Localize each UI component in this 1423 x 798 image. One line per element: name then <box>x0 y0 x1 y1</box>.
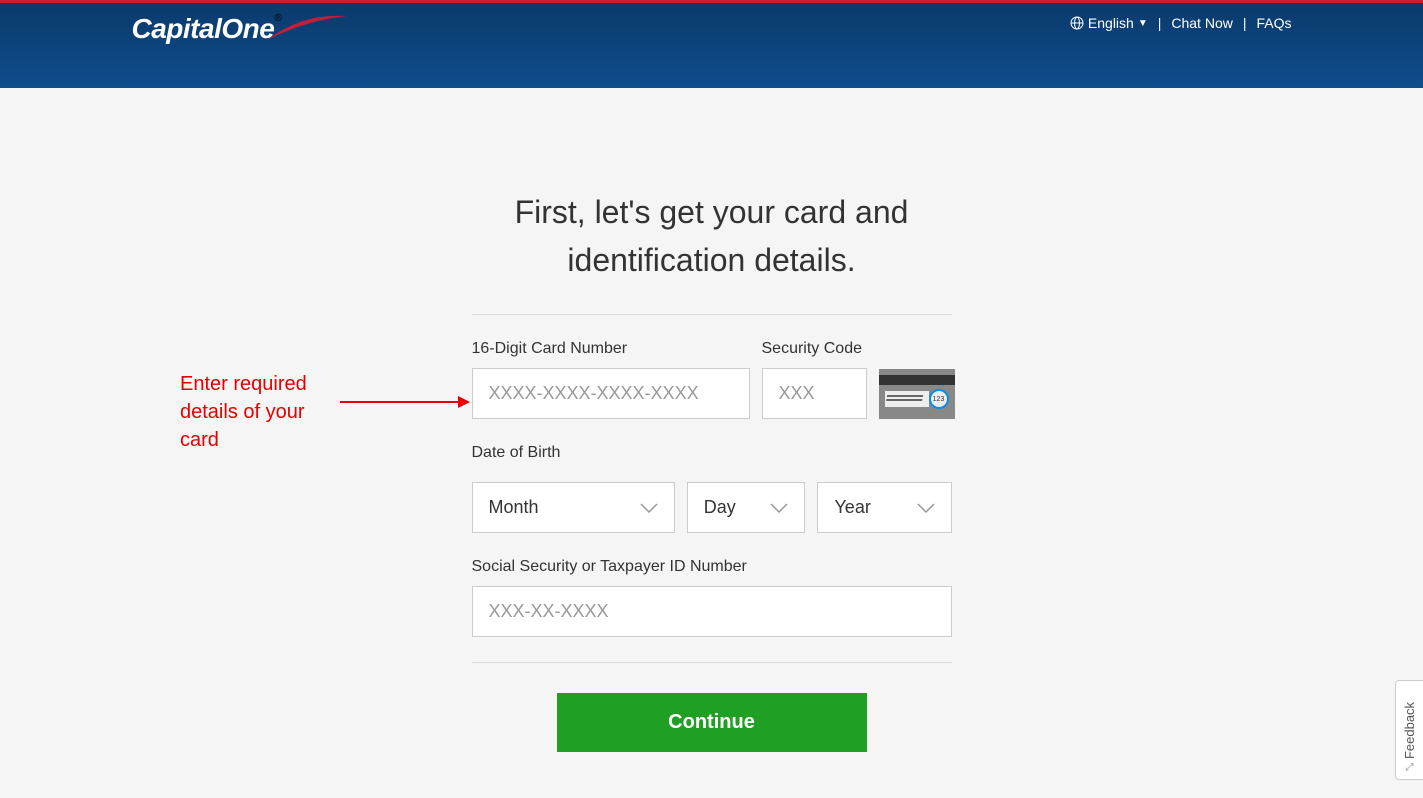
dob-day-select[interactable]: Day <box>687 482 806 533</box>
form-container: First, let's get your card and identific… <box>472 118 952 752</box>
dob-day-value: Day <box>704 497 736 518</box>
card-number-input[interactable] <box>472 368 750 419</box>
feedback-tab[interactable]: Feedback ⤢ <box>1395 680 1423 780</box>
language-label: English <box>1088 15 1134 31</box>
annotation-arrow-icon <box>340 392 470 412</box>
feedback-label: Feedback <box>1402 701 1417 758</box>
language-selector[interactable]: English ▼ <box>1070 15 1148 31</box>
divider: | <box>1243 15 1247 31</box>
expand-icon: ⤢ <box>1406 762 1414 773</box>
divider-line <box>472 314 952 315</box>
card-number-label: 16-Digit Card Number <box>472 340 750 358</box>
continue-button[interactable]: Continue <box>557 693 867 752</box>
divider: | <box>1158 15 1162 31</box>
caret-down-icon: ▼ <box>1138 18 1148 29</box>
security-code-label: Security Code <box>762 340 867 358</box>
dob-year-select[interactable]: Year <box>817 482 951 533</box>
chat-link[interactable]: Chat Now <box>1171 15 1232 31</box>
globe-icon <box>1070 16 1084 30</box>
page-title: First, let's get your card and identific… <box>452 188 972 284</box>
dob-month-value: Month <box>489 497 539 518</box>
chevron-down-icon <box>640 503 658 513</box>
dob-month-select[interactable]: Month <box>472 482 675 533</box>
dob-label: Date of Birth <box>472 444 952 462</box>
brand-name: CapitalOne <box>132 13 275 44</box>
brand-logo[interactable]: CapitalOne® <box>132 13 282 45</box>
header-bar: CapitalOne® English ▼ | Chat Now | FAQs <box>0 0 1423 88</box>
swoosh-icon <box>262 8 352 48</box>
divider-line <box>472 662 952 663</box>
chevron-down-icon <box>770 503 788 513</box>
top-nav-links: English ▼ | Chat Now | FAQs <box>1070 15 1292 31</box>
chevron-down-icon <box>917 503 935 513</box>
security-code-input[interactable] <box>762 368 867 419</box>
cvv-hint-image: 123 <box>879 369 955 419</box>
annotation-text: Enter required details of your card <box>180 370 340 454</box>
faqs-link[interactable]: FAQs <box>1256 15 1291 31</box>
cvv-hint-digits: 123 <box>929 389 949 409</box>
ssn-input[interactable] <box>472 586 952 637</box>
dob-year-value: Year <box>834 497 870 518</box>
ssn-label: Social Security or Taxpayer ID Number <box>472 558 952 576</box>
